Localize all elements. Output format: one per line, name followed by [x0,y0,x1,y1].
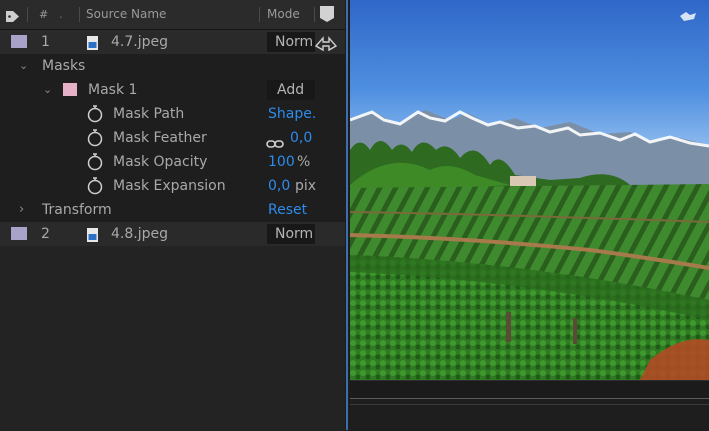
cursor-pointer-icon [314,34,338,52]
chevron-down-icon[interactable]: ⌄ [19,54,28,78]
layer-row-1[interactable]: 1 4.7.jpeg Norm [0,30,345,54]
unit-label: pix [295,178,317,194]
masks-group-row[interactable]: ⌄ Masks [0,54,345,78]
viewer-toolbar [350,398,709,431]
column-header-number[interactable]: # [39,0,48,29]
property-label: Mask Opacity [113,154,208,170]
transform-label: Transform [42,202,112,218]
label-tag-icon[interactable] [6,8,20,22]
unit-label: % [297,154,311,170]
chevron-right-icon[interactable]: › [19,198,24,222]
stopwatch-icon[interactable] [86,153,104,171]
mask-path-value[interactable]: Shape. [268,102,316,126]
property-label: Mask Expansion [113,178,226,194]
chevron-down-icon[interactable]: ⌄ [43,78,52,102]
timeline-layer-panel: # . Source Name Mode 1 4.7.jpeg Norm ⌄ M… [0,0,345,430]
column-header-source-name[interactable]: Source Name [86,0,166,29]
mask-name[interactable]: Mask 1 [88,78,137,102]
image-file-icon [87,35,98,50]
mask-expansion-row: Mask Expansion 0,0 pix [0,174,345,198]
masks-group-label: Masks [42,58,86,74]
transform-group-row[interactable]: › Transform Reset [0,198,345,222]
comment-icon[interactable] [319,5,335,23]
label-color-swatch[interactable] [11,227,27,240]
mask-opacity-value[interactable]: 100 [268,150,295,174]
blend-mode-dropdown[interactable]: Norm [267,32,315,52]
viewer-timebar [350,380,709,399]
mask-expansion-value[interactable]: 0,0 [268,174,290,198]
composition-image[interactable] [350,0,709,380]
header-separator [27,7,28,22]
viewer-focus-border [346,0,348,430]
constrain-link-icon[interactable] [266,134,284,148]
mask-feather-row: Mask Feather 0,0 [0,126,345,150]
layer-name[interactable]: 4.8.jpeg [111,222,168,246]
column-header-bar: # . Source Name Mode [0,0,345,30]
blend-mode-dropdown[interactable]: Norm [267,224,315,244]
property-label: Mask Path [113,106,185,122]
layer-number: 1 [41,34,50,50]
mask-opacity-row: Mask Opacity 100 % [0,150,345,174]
stopwatch-icon[interactable] [86,105,104,123]
header-separator [314,7,315,22]
column-header-mode[interactable]: Mode [267,0,300,29]
transform-reset-link[interactable]: Reset [268,198,307,222]
property-label: Mask Feather [113,130,207,146]
column-header-dot: . [59,7,63,21]
mask-row[interactable]: ⌄ Mask 1 Add [0,78,345,102]
layer-number: 2 [41,226,50,242]
mask-color-swatch[interactable] [63,83,77,96]
mask-feather-value[interactable]: 0,0 [290,126,312,150]
header-separator [79,7,80,22]
stopwatch-icon[interactable] [86,129,104,147]
layer-row-2[interactable]: 2 4.8.jpeg Norm [0,222,345,246]
stopwatch-icon[interactable] [86,177,104,195]
label-color-swatch[interactable] [11,35,27,48]
mask-mode-dropdown[interactable]: Add [267,80,315,100]
layer-name[interactable]: 4.7.jpeg [111,30,168,54]
image-file-icon [87,227,98,242]
mask-path-row: Mask Path Shape. [0,102,345,126]
header-separator [259,7,260,22]
